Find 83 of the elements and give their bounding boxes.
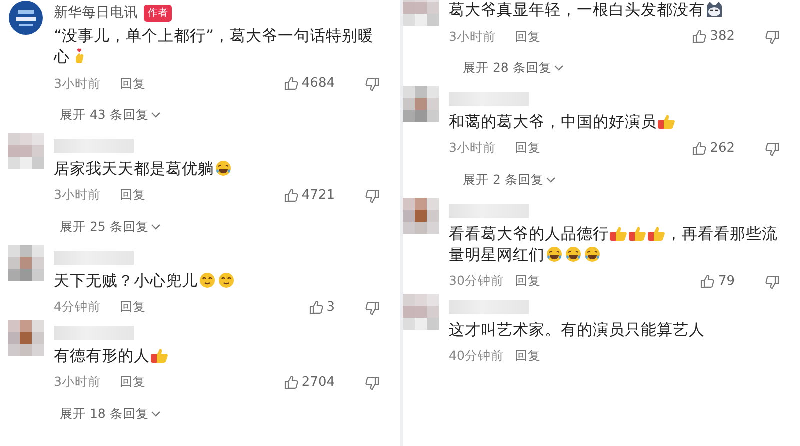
dislike-button[interactable] — [365, 188, 380, 204]
thumbs-down-icon — [765, 274, 780, 290]
timestamp: 3小时前 — [54, 74, 102, 93]
reply-link[interactable]: 回复 — [120, 186, 146, 206]
pixelated-avatar — [403, 86, 439, 122]
like-button[interactable]: 4684 — [284, 74, 335, 94]
thumbs-up-icon — [284, 188, 299, 204]
dislike-button[interactable] — [765, 140, 780, 157]
timestamp: 30分钟前 — [449, 272, 505, 290]
dislike-button[interactable] — [365, 300, 380, 316]
chevron-down-icon — [554, 64, 564, 72]
reply-link[interactable]: 回复 — [515, 28, 541, 46]
comment-text: 看看葛大爷的人品德行 ，再看看那些流量明星网红们 — [449, 224, 779, 266]
pixelated-avatar — [403, 198, 439, 234]
cat-emoji-icon — [705, 1, 724, 18]
thumbs-up-icon — [284, 374, 299, 390]
pixelated-avatar — [8, 244, 44, 280]
like-button[interactable]: 382 — [692, 27, 735, 47]
thumbs-up-icon — [692, 29, 708, 45]
like-button[interactable]: 262 — [692, 139, 735, 158]
thumbs-down-icon — [365, 300, 380, 316]
thumbs-up-emoji-icon — [647, 224, 666, 242]
timestamp: 3小时前 — [54, 186, 102, 204]
chevron-down-icon — [546, 176, 556, 184]
thumbs-up-emoji-icon — [150, 346, 169, 364]
username: 新华每日电讯 — [54, 4, 138, 22]
reply-link[interactable]: 回复 — [120, 298, 146, 317]
expand-replies-button[interactable]: 展开 25 条回复 — [0, 208, 161, 244]
laughing-emoji-icon — [214, 160, 233, 177]
thumbs-up-icon — [308, 300, 324, 316]
like-button[interactable]: 79 — [700, 272, 735, 292]
like-button[interactable]: 2704 — [284, 372, 335, 392]
timestamp: 3小时前 — [449, 28, 497, 46]
dislike-button[interactable] — [365, 76, 380, 92]
chevron-down-icon — [150, 111, 161, 120]
thumbs-up-icon — [692, 140, 708, 157]
reply-link[interactable]: 回复 — [515, 272, 541, 291]
author-tag: 作者 — [144, 4, 172, 22]
comment-text: 天下无贼？小心兜儿 — [54, 270, 380, 292]
timestamp: 4分钟前 — [54, 298, 102, 316]
pixelated-avatar — [403, 294, 439, 330]
chevron-down-icon — [150, 223, 161, 232]
comment-text: 居家我天天都是葛优躺 — [54, 158, 380, 180]
dislike-button[interactable] — [365, 374, 380, 390]
avatar-logo-icon — [8, 0, 44, 36]
thumbs-up-emoji-icon — [609, 224, 628, 242]
thumbs-up-emoji-icon — [657, 112, 676, 130]
thumbs-down-icon — [365, 188, 380, 204]
smiling-emoji-icon — [217, 272, 236, 288]
comment-text: 葛大爷真显年轻，一根白头发都没有 — [449, 0, 780, 21]
comment-text: 这才叫艺术家。有的演员只能算艺人 — [449, 320, 706, 340]
thumbs-up-icon — [700, 274, 716, 290]
like-button[interactable]: 4721 — [284, 186, 335, 206]
laughing-emoji-icon — [583, 246, 602, 262]
thumbs-up-emoji-icon — [628, 224, 647, 242]
expand-replies-button[interactable]: 展开 43 条回复 — [0, 96, 161, 133]
expand-replies-button[interactable]: 展开 18 条回复 — [0, 394, 161, 432]
comment-text: 有德有形的人 — [54, 346, 380, 366]
comment-text: 和蔼的葛大爷，中国的好演员 — [449, 112, 780, 133]
like-button[interactable]: 3 — [308, 298, 335, 318]
thumbs-down-icon — [365, 76, 380, 92]
laughing-emoji-icon — [545, 246, 564, 262]
pixelated-avatar — [8, 132, 44, 169]
pixelated-avatar — [8, 320, 44, 356]
thumbs-down-icon — [765, 29, 780, 45]
thumbs-down-icon — [365, 374, 380, 390]
timestamp: 3小时前 — [54, 373, 102, 392]
smiling-emoji-icon — [198, 272, 217, 288]
thumbs-up-icon — [284, 76, 299, 92]
dislike-button[interactable] — [765, 274, 780, 290]
reply-link[interactable]: 回复 — [120, 74, 146, 94]
reply-link[interactable]: 回复 — [515, 139, 541, 158]
thumbs-down-icon — [765, 140, 780, 157]
expand-replies-button[interactable]: 展开 28 条回复 — [403, 49, 564, 86]
reply-link[interactable]: 回复 — [515, 347, 541, 366]
timestamp: 3小时前 — [449, 139, 497, 158]
dislike-button[interactable] — [765, 29, 780, 45]
expand-replies-button[interactable]: 展开 2 条回复 — [403, 160, 556, 198]
timestamp: 40分钟前 — [449, 347, 505, 366]
reply-link[interactable]: 回复 — [120, 373, 146, 392]
chevron-down-icon — [150, 410, 161, 418]
comment-text: “没事儿，单个上都行”，葛大爷一句话特别暖心 — [54, 26, 376, 68]
laughing-emoji-icon — [564, 246, 583, 262]
